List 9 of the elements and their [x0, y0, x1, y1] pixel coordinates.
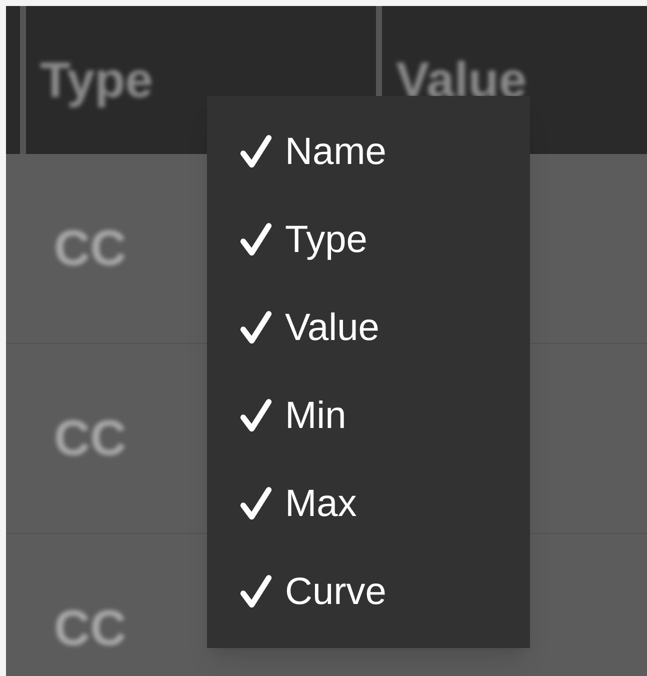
menu-item-label: Max — [285, 482, 357, 526]
menu-item-label: Name — [285, 130, 386, 174]
table-cell-text: CC — [54, 219, 126, 278]
menu-item-label: Type — [285, 218, 368, 262]
table-cell-text: CC — [54, 409, 126, 468]
menu-item-label: Value — [285, 306, 380, 350]
table-cell-text: CC — [54, 599, 126, 658]
menu-item-label: Min — [285, 394, 346, 438]
menu-item-label: Curve — [285, 570, 386, 614]
